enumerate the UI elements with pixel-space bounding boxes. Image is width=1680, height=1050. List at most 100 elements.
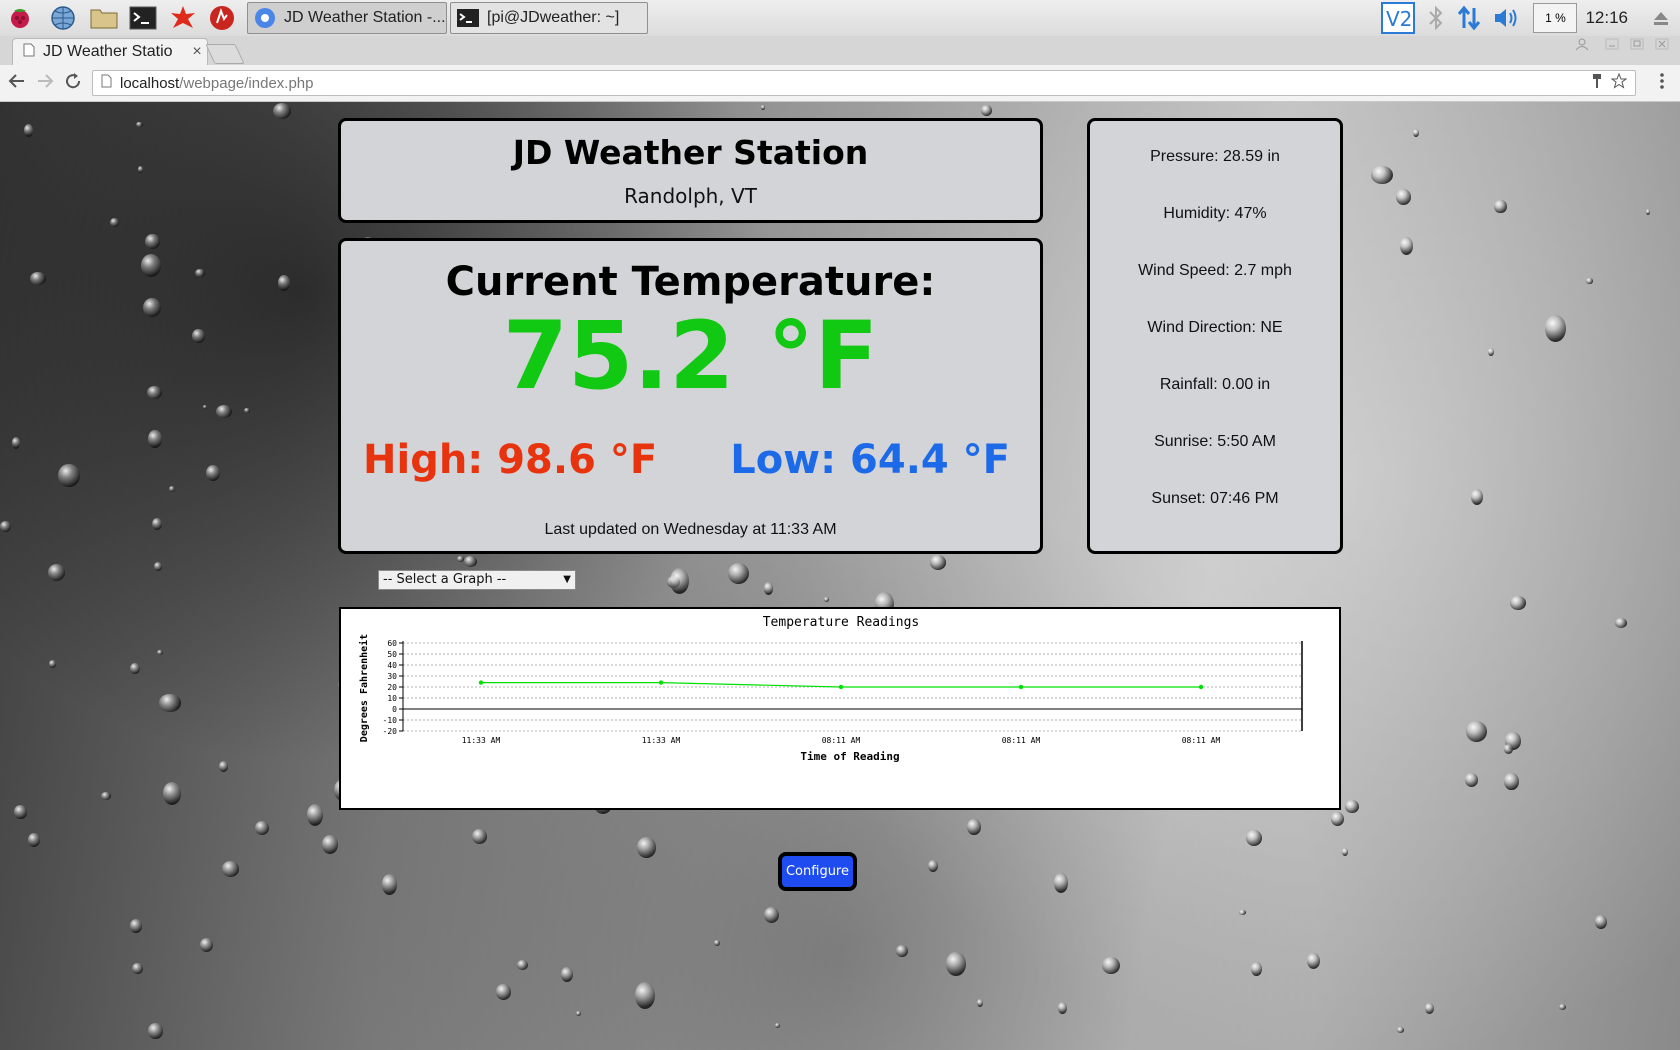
task-browser-label: JD Weather Station -... bbox=[284, 9, 446, 26]
maximize-button[interactable] bbox=[1627, 38, 1647, 54]
chart-data-point bbox=[1018, 684, 1024, 690]
rain-drop bbox=[221, 861, 239, 877]
rain-drop bbox=[1487, 347, 1495, 356]
rain-drop bbox=[464, 556, 477, 567]
rain-drop bbox=[930, 555, 947, 570]
page-info-icon[interactable] bbox=[101, 74, 112, 92]
rain-drop bbox=[560, 967, 573, 983]
forward-arrow-icon[interactable] bbox=[33, 72, 57, 94]
rain-drop bbox=[575, 1010, 581, 1016]
high-temperature: High: 98.6 °F bbox=[363, 437, 658, 483]
file-manager-icon[interactable] bbox=[89, 3, 119, 33]
browser-tab[interactable]: JD Weather Statio × bbox=[12, 38, 208, 65]
rain-drop bbox=[137, 165, 143, 173]
rain-drop bbox=[1396, 189, 1412, 206]
bookmark-star-icon[interactable] bbox=[1610, 72, 1628, 93]
rain-drop bbox=[1494, 199, 1507, 214]
math-app-icon[interactable] bbox=[168, 3, 198, 33]
rain-drop bbox=[159, 694, 181, 712]
chart-y-tick-label: 20 bbox=[387, 683, 397, 692]
svg-text:V2: V2 bbox=[1386, 7, 1412, 31]
configure-button[interactable]: Configure bbox=[778, 852, 857, 891]
stat-sunrise: Sunrise: 5:50 AM bbox=[1154, 433, 1276, 450]
rain-drop bbox=[130, 662, 141, 674]
task-terminal[interactable]: [pi@JDweather: ~] bbox=[450, 2, 648, 34]
back-arrow-icon[interactable] bbox=[5, 72, 29, 94]
chart-x-tick-label: 08:11 AM bbox=[822, 736, 861, 745]
chart-y-tick-label: 50 bbox=[387, 650, 397, 659]
minimize-button[interactable] bbox=[1602, 38, 1622, 54]
address-bar[interactable]: localhost/webpage/index.php bbox=[92, 70, 1636, 96]
vnc-icon[interactable]: V2 bbox=[1381, 2, 1416, 34]
rain-drop bbox=[254, 820, 269, 835]
rain-drop bbox=[764, 907, 780, 924]
browser-toolbar: localhost/webpage/index.php bbox=[0, 65, 1680, 102]
stat-wind-direction: Wind Direction: NE bbox=[1147, 319, 1283, 336]
eject-icon[interactable] bbox=[1652, 9, 1670, 27]
rain-drop bbox=[215, 404, 233, 419]
network-icon[interactable] bbox=[1457, 5, 1481, 31]
chart-marks: 60 50 40 30 20 10 0 -10 -20 11:33 AM 11:33 AM 08:11… bbox=[383, 639, 1303, 745]
rain-drop bbox=[946, 951, 966, 976]
rain-drop bbox=[1504, 772, 1519, 791]
chart-y-tick-label: 60 bbox=[387, 639, 397, 648]
tab-close-icon[interactable]: × bbox=[187, 43, 207, 61]
rain-drop bbox=[218, 761, 228, 772]
chart-data-point bbox=[1198, 684, 1204, 690]
dropdown-arrow-icon: ▼ bbox=[563, 574, 571, 585]
chart-y-tick-label: -20 bbox=[383, 727, 398, 736]
rain-drop bbox=[157, 650, 163, 655]
rain-drop bbox=[495, 984, 512, 1001]
stat-wind-speed: Wind Speed: 2.7 mph bbox=[1138, 262, 1292, 279]
rain-drop bbox=[148, 429, 162, 449]
rain-drop bbox=[130, 919, 143, 933]
rain-drop bbox=[1412, 128, 1420, 137]
rain-drop bbox=[472, 828, 487, 844]
close-window-button[interactable] bbox=[1652, 38, 1672, 54]
browser-menu-icon[interactable] bbox=[1650, 72, 1674, 94]
rain-drop bbox=[100, 791, 111, 800]
reload-icon[interactable] bbox=[61, 72, 85, 94]
rain-drop bbox=[14, 805, 27, 819]
rain-drop bbox=[976, 999, 983, 1008]
cpu-monitor[interactable]: 1 % bbox=[1533, 3, 1578, 33]
new-tab-button[interactable] bbox=[205, 44, 245, 64]
current-temperature-panel: Current Temperature: 75.2 °F High: 98.6 … bbox=[338, 238, 1043, 554]
stat-humidity: Humidity: 47% bbox=[1163, 205, 1267, 222]
rain-drop bbox=[199, 938, 214, 953]
rain-drop bbox=[727, 563, 749, 585]
stat-sunset: Sunset: 07:46 PM bbox=[1151, 490, 1279, 507]
raspberry-menu-icon[interactable] bbox=[5, 3, 35, 33]
rain-drop bbox=[148, 1023, 163, 1039]
rain-drop bbox=[1246, 829, 1262, 846]
last-updated: Last updated on Wednesday at 11:33 AM bbox=[544, 521, 837, 538]
rain-drop bbox=[153, 562, 163, 572]
chart-title: Temperature Readings bbox=[763, 615, 920, 630]
rain-drop bbox=[141, 253, 162, 277]
chart-y-axis-label: Degrees Fahrenheit bbox=[358, 634, 370, 742]
rain-drop bbox=[927, 859, 938, 873]
paintbrush-icon[interactable] bbox=[1591, 73, 1603, 93]
rain-drop bbox=[191, 328, 205, 344]
rain-drop bbox=[244, 408, 250, 413]
chart-y-tick-label: 0 bbox=[392, 705, 397, 714]
rain-drop bbox=[1251, 961, 1263, 977]
rain-drop bbox=[146, 385, 162, 399]
chart-svg: Temperature Readings Time of Reading Deg… bbox=[358, 615, 1303, 763]
web-browser-icon[interactable] bbox=[48, 3, 78, 33]
web-page: JD Weather Station Randolph, VT Current … bbox=[0, 102, 1680, 1050]
bluetooth-icon[interactable] bbox=[1427, 5, 1445, 31]
clock[interactable]: 12:16 bbox=[1585, 8, 1628, 28]
current-temperature-value: 75.2 °F bbox=[502, 302, 879, 411]
rain-drop bbox=[48, 564, 66, 582]
wolfram-icon[interactable] bbox=[207, 3, 237, 33]
page-icon bbox=[23, 43, 35, 62]
rain-drop bbox=[23, 123, 33, 137]
terminal-icon[interactable] bbox=[128, 3, 158, 33]
profile-icon[interactable] bbox=[1572, 38, 1592, 54]
task-browser[interactable]: JD Weather Station -... bbox=[247, 2, 447, 34]
rain-drop bbox=[48, 660, 57, 668]
station-location: Randolph, VT bbox=[624, 184, 757, 208]
volume-icon[interactable] bbox=[1493, 6, 1521, 30]
graph-select-dropdown[interactable]: -- Select a Graph -- ▼ bbox=[378, 570, 576, 590]
